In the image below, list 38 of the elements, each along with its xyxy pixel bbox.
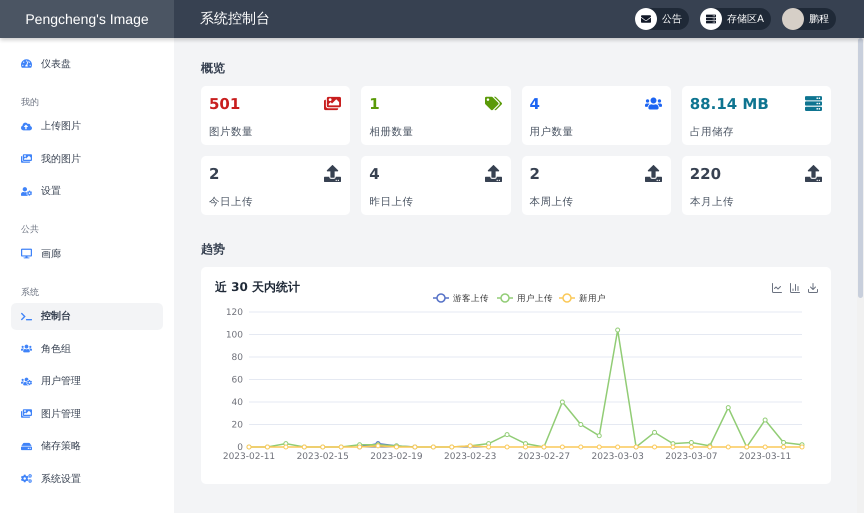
axis-label: 2023-02-11 [222, 452, 276, 462]
axis-label: 2023-03-07 [665, 452, 718, 462]
stat-value: 220 [690, 165, 722, 185]
stat-value: 2 [530, 165, 541, 185]
chart-title: 近 30 天内统计 [215, 279, 302, 296]
axis-label: 2023-02-15 [296, 452, 349, 462]
stat-value: 501 [209, 95, 242, 115]
stat-label: 用户数量 [530, 125, 574, 140]
axis-label: 2023-02-23 [444, 452, 496, 462]
stat-label: 相册数量 [369, 125, 414, 140]
axis-label: 80 [232, 353, 243, 363]
stat-label: 本月上传 [690, 195, 735, 210]
axis-label: 120 [226, 308, 243, 318]
axis-label: 2023-02-27 [518, 452, 570, 462]
nav-group-label: 公共 [20, 224, 40, 237]
stat-value: 88.14 MB [690, 95, 770, 115]
nav-group-label: 我的 [20, 96, 40, 110]
section-title: 趋势 [201, 241, 226, 258]
axis-label: 0 [237, 443, 243, 453]
axis-label: 100 [226, 330, 243, 340]
stat-label: 占用储存 [690, 125, 735, 140]
stat-label: 本周上传 [530, 195, 574, 210]
stat-value: 4 [530, 95, 541, 115]
stat-value: 1 [369, 95, 381, 115]
section-title: 概览 [201, 60, 226, 77]
stat-label: 图片数量 [209, 125, 254, 140]
axis-label: 2023-02-19 [370, 452, 423, 462]
stat-value: 2 [209, 165, 220, 185]
axis-label: 2023-03-03 [592, 452, 644, 462]
axis-label: 60 [232, 376, 243, 386]
stat-value: 4 [369, 165, 381, 185]
stat-label: 昨日上传 [369, 195, 414, 210]
axis-label: 2023-03-11 [738, 452, 792, 462]
stat-label: 今日上传 [209, 195, 254, 210]
axis-label: 20 [232, 420, 243, 430]
nav-group-label: 系统 [20, 286, 40, 300]
page-title: 系统控制台 [200, 10, 271, 28]
axis-label: 40 [232, 398, 243, 408]
